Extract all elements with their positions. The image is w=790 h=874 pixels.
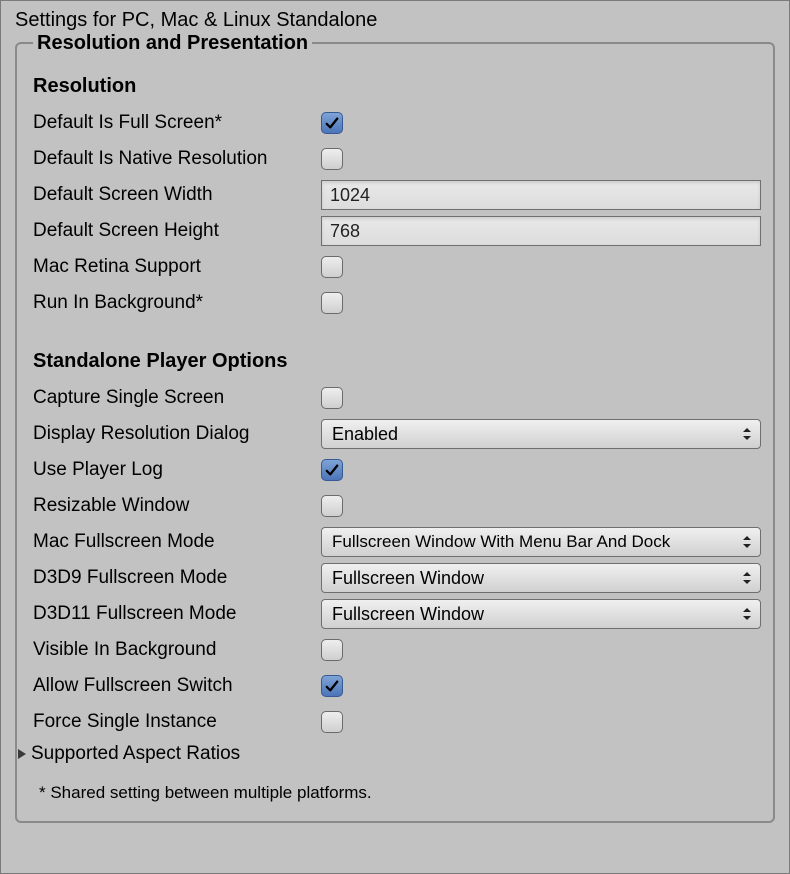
label-default-screen-height: Default Screen Height bbox=[29, 220, 321, 242]
checkbox-run-in-background[interactable] bbox=[321, 292, 343, 314]
foldout-label: Supported Aspect Ratios bbox=[31, 743, 240, 765]
label-capture-single-screen: Capture Single Screen bbox=[29, 387, 321, 409]
input-default-screen-width[interactable] bbox=[321, 180, 761, 210]
checkbox-visible-in-background[interactable] bbox=[321, 639, 343, 661]
row-display-resolution-dialog: Display Resolution Dialog Enabled bbox=[29, 417, 761, 451]
row-allow-fullscreen-switch: Allow Fullscreen Switch bbox=[29, 669, 761, 703]
check-icon bbox=[325, 679, 339, 693]
resolution-heading: Resolution bbox=[33, 75, 761, 98]
row-mac-fullscreen-mode: Mac Fullscreen Mode Fullscreen Window Wi… bbox=[29, 525, 761, 559]
label-default-native-resolution: Default Is Native Resolution bbox=[29, 148, 321, 170]
row-d3d11-fullscreen-mode: D3D11 Fullscreen Mode Fullscreen Window bbox=[29, 597, 761, 631]
label-force-single-instance: Force Single Instance bbox=[29, 711, 321, 733]
row-d3d9-fullscreen-mode: D3D9 Fullscreen Mode Fullscreen Window bbox=[29, 561, 761, 595]
checkbox-allow-fullscreen-switch[interactable] bbox=[321, 675, 343, 697]
check-icon bbox=[325, 463, 339, 477]
checkbox-default-native-resolution[interactable] bbox=[321, 148, 343, 170]
label-default-screen-width: Default Screen Width bbox=[29, 184, 321, 206]
updown-icon bbox=[742, 570, 752, 586]
input-default-screen-height[interactable] bbox=[321, 216, 761, 246]
select-display-resolution-dialog[interactable]: Enabled bbox=[321, 419, 761, 449]
row-default-native-resolution: Default Is Native Resolution bbox=[29, 142, 761, 176]
section-title: Resolution and Presentation bbox=[33, 32, 312, 55]
checkbox-resizable-window[interactable] bbox=[321, 495, 343, 517]
label-allow-fullscreen-switch: Allow Fullscreen Switch bbox=[29, 675, 321, 697]
checkbox-default-full-screen[interactable] bbox=[321, 112, 343, 134]
footnote: * Shared setting between multiple platfo… bbox=[39, 783, 761, 803]
row-default-screen-width: Default Screen Width bbox=[29, 178, 761, 212]
label-run-in-background: Run In Background* bbox=[29, 292, 321, 314]
label-use-player-log: Use Player Log bbox=[29, 459, 321, 481]
checkbox-mac-retina[interactable] bbox=[321, 256, 343, 278]
row-visible-in-background: Visible In Background bbox=[29, 633, 761, 667]
foldout-arrow-icon bbox=[15, 747, 29, 761]
spacer bbox=[29, 322, 761, 344]
select-value: Fullscreen Window With Menu Bar And Dock bbox=[332, 532, 670, 552]
checkbox-capture-single-screen[interactable] bbox=[321, 387, 343, 409]
label-mac-fullscreen-mode: Mac Fullscreen Mode bbox=[29, 531, 321, 553]
resolution-presentation-section: Resolution and Presentation Resolution D… bbox=[15, 42, 775, 823]
updown-icon bbox=[742, 606, 752, 622]
row-default-screen-height: Default Screen Height bbox=[29, 214, 761, 248]
select-value: Fullscreen Window bbox=[332, 568, 484, 589]
player-options-heading: Standalone Player Options bbox=[33, 350, 761, 373]
row-force-single-instance: Force Single Instance bbox=[29, 705, 761, 739]
select-mac-fullscreen-mode[interactable]: Fullscreen Window With Menu Bar And Dock bbox=[321, 527, 761, 557]
row-resizable-window: Resizable Window bbox=[29, 489, 761, 523]
foldout-supported-aspect-ratios[interactable]: Supported Aspect Ratios bbox=[15, 743, 761, 765]
row-use-player-log: Use Player Log bbox=[29, 453, 761, 487]
checkbox-use-player-log[interactable] bbox=[321, 459, 343, 481]
label-default-full-screen: Default Is Full Screen* bbox=[29, 112, 321, 134]
label-resizable-window: Resizable Window bbox=[29, 495, 321, 517]
updown-icon bbox=[742, 426, 752, 442]
row-run-in-background: Run In Background* bbox=[29, 286, 761, 320]
label-visible-in-background: Visible In Background bbox=[29, 639, 321, 661]
select-value: Fullscreen Window bbox=[332, 604, 484, 625]
updown-icon bbox=[742, 534, 752, 550]
settings-window: Settings for PC, Mac & Linux Standalone … bbox=[0, 0, 790, 874]
row-default-full-screen: Default Is Full Screen* bbox=[29, 106, 761, 140]
row-capture-single-screen: Capture Single Screen bbox=[29, 381, 761, 415]
label-d3d9-fullscreen-mode: D3D9 Fullscreen Mode bbox=[29, 567, 321, 589]
checkbox-force-single-instance[interactable] bbox=[321, 711, 343, 733]
label-display-resolution-dialog: Display Resolution Dialog bbox=[29, 423, 321, 445]
label-mac-retina: Mac Retina Support bbox=[29, 256, 321, 278]
label-d3d11-fullscreen-mode: D3D11 Fullscreen Mode bbox=[29, 603, 321, 625]
select-d3d9-fullscreen-mode[interactable]: Fullscreen Window bbox=[321, 563, 761, 593]
select-d3d11-fullscreen-mode[interactable]: Fullscreen Window bbox=[321, 599, 761, 629]
select-value: Enabled bbox=[332, 424, 398, 445]
row-mac-retina: Mac Retina Support bbox=[29, 250, 761, 284]
check-icon bbox=[325, 116, 339, 130]
